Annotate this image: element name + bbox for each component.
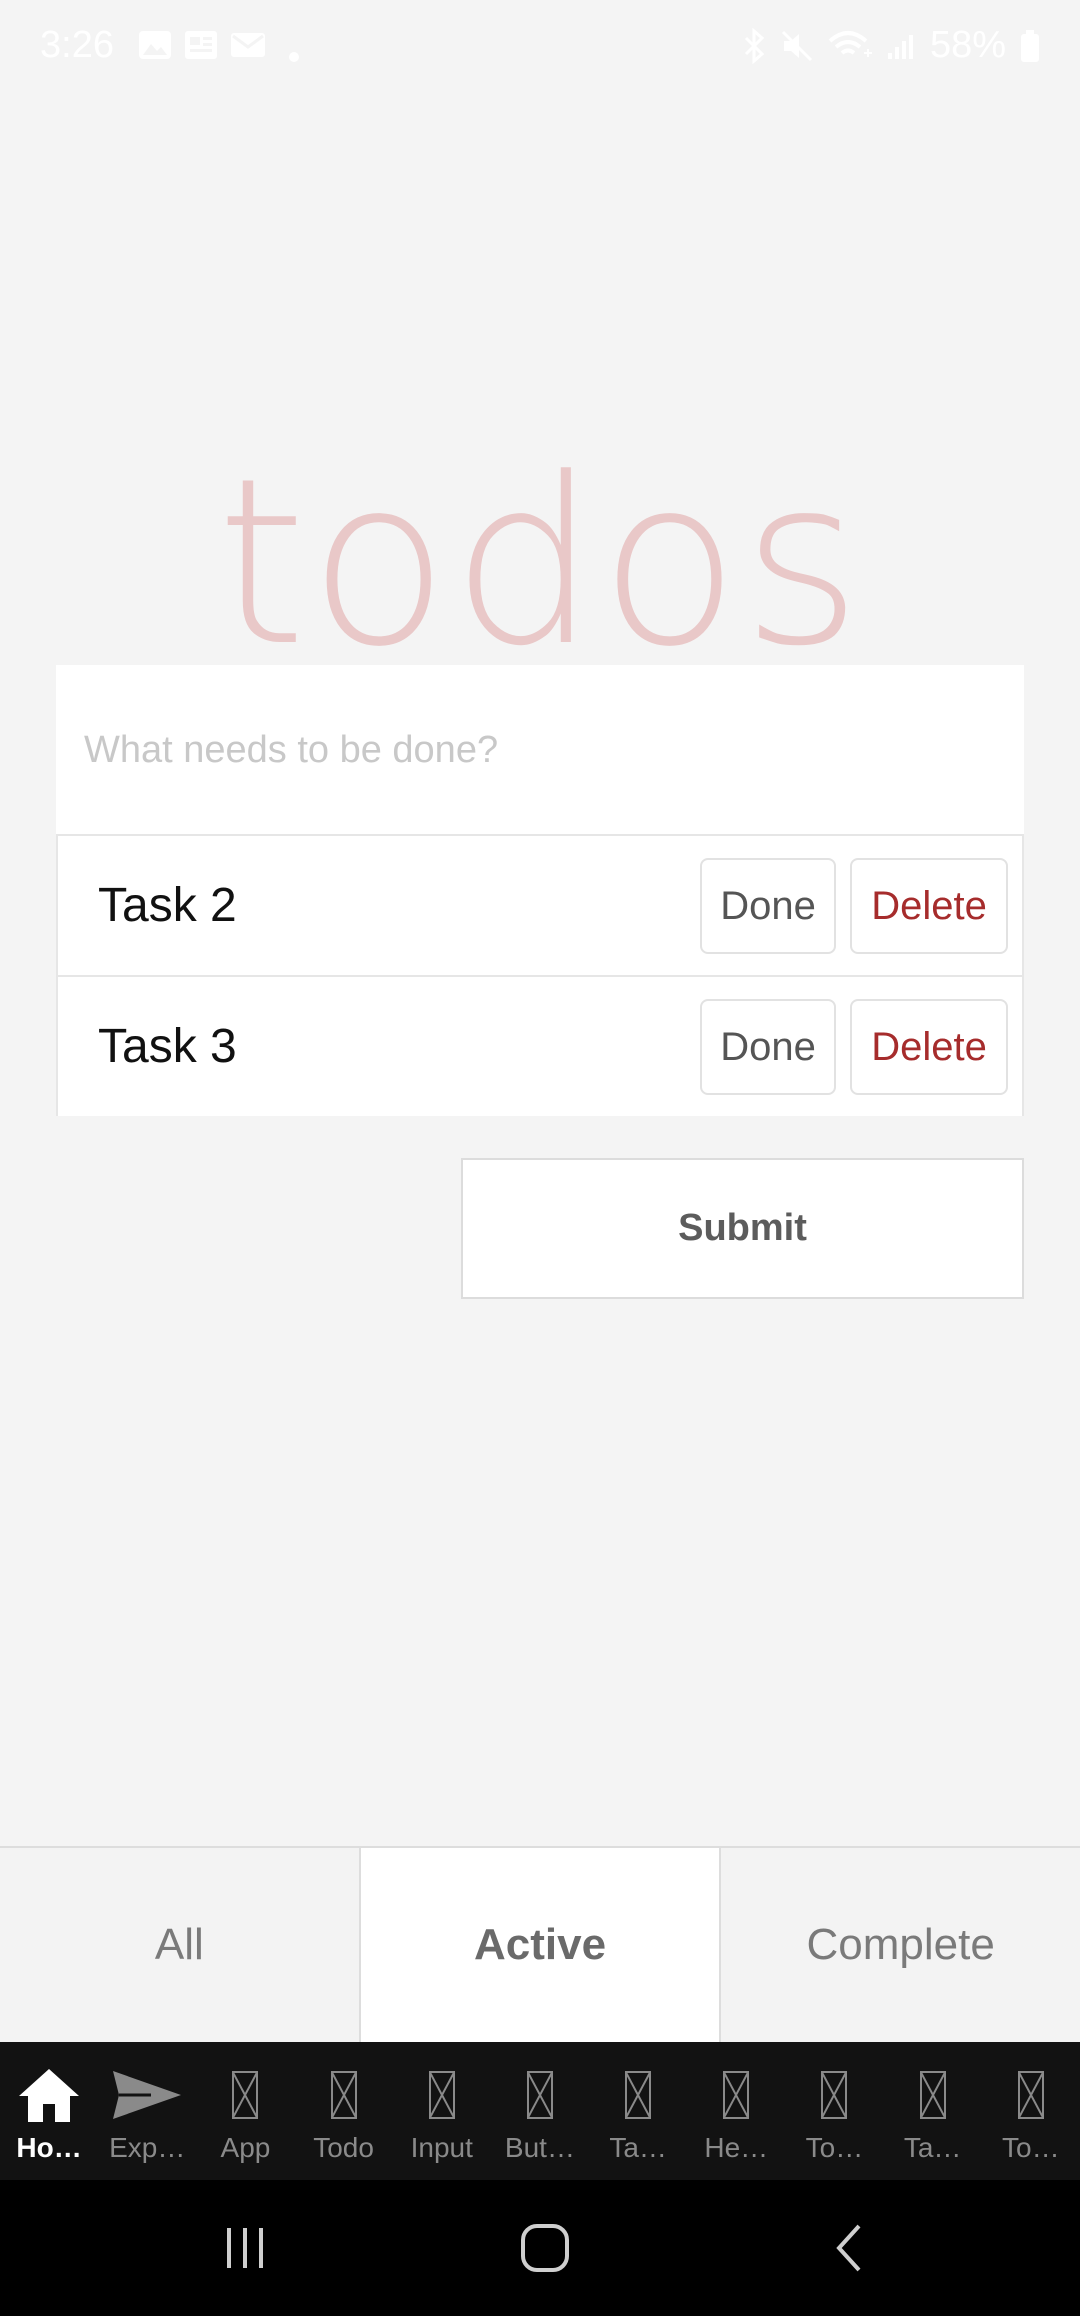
tab-label: Todo xyxy=(313,2132,374,2163)
filter-tabs: All Active Complete xyxy=(0,1846,1080,2042)
back-icon xyxy=(836,2224,861,2272)
battery-percent: 58% xyxy=(929,24,1006,66)
dot-icon xyxy=(289,52,299,62)
tab-todo[interactable]: Todo xyxy=(295,2042,393,2180)
signal-icon xyxy=(887,34,913,59)
back-button[interactable] xyxy=(804,2180,894,2316)
missing-glyph-icon xyxy=(330,2071,357,2119)
missing-glyph-icon xyxy=(428,2071,455,2119)
status-right: 58% xyxy=(742,24,1040,67)
home-nav-button[interactable] xyxy=(500,2180,590,2316)
send-icon xyxy=(113,2071,182,2119)
missing-glyph-icon xyxy=(1017,2071,1044,2119)
tab-label: Ho… xyxy=(16,2132,82,2163)
missing-glyph-icon xyxy=(723,2071,750,2119)
filter-all[interactable]: All xyxy=(0,1848,359,2042)
recents-icon xyxy=(227,2228,263,2268)
missing-glyph-icon xyxy=(232,2071,259,2119)
status-bar: 3:26 58% xyxy=(0,0,1080,92)
recents-button[interactable] xyxy=(200,2180,290,2316)
tab-explore[interactable]: Exp… xyxy=(98,2042,196,2180)
new-todo-input[interactable] xyxy=(56,665,1024,835)
new-todo-container xyxy=(56,665,1024,835)
home-icon xyxy=(19,2069,80,2122)
todo-label: Task 3 xyxy=(98,1020,237,1073)
app-title: todos xyxy=(0,430,1080,697)
tab-ta-1[interactable]: Ta… xyxy=(589,2042,687,2180)
filter-complete[interactable]: Complete xyxy=(721,1848,1080,2042)
tab-button[interactable]: But… xyxy=(491,2042,589,2180)
tab-label: Exp… xyxy=(109,2132,186,2163)
tab-label: To… xyxy=(1002,2132,1060,2163)
todo-item: Task 2 Done Delete xyxy=(58,834,1022,975)
news-icon xyxy=(185,31,217,59)
missing-glyph-icon xyxy=(821,2071,848,2119)
tab-input[interactable]: Input xyxy=(393,2042,491,2180)
tab-app[interactable]: App xyxy=(196,2042,294,2180)
done-button[interactable]: Done xyxy=(700,858,836,954)
tab-label: Input xyxy=(410,2132,473,2163)
missing-glyph-icon xyxy=(526,2071,553,2119)
tab-to-1[interactable]: To… xyxy=(785,2042,883,2180)
battery-icon xyxy=(1021,29,1039,62)
system-nav-bar xyxy=(0,2180,1080,2316)
delete-button[interactable]: Delete xyxy=(850,858,1008,954)
tab-label: He… xyxy=(704,2132,769,2163)
done-button[interactable]: Done xyxy=(700,999,836,1095)
tab-home[interactable]: Ho… xyxy=(0,2042,98,2180)
status-time: 3:26 xyxy=(40,24,114,66)
tab-to-2[interactable]: To… xyxy=(982,2042,1080,2180)
tab-ta-2[interactable]: Ta… xyxy=(884,2042,982,2180)
mail-icon xyxy=(231,33,265,57)
app-title-text: todos xyxy=(216,430,864,697)
todo-label: Task 2 xyxy=(98,879,237,932)
bluetooth-icon xyxy=(744,27,765,64)
filter-active[interactable]: Active xyxy=(358,1848,722,2042)
submit-button[interactable]: Submit xyxy=(461,1158,1024,1299)
mute-icon xyxy=(781,30,812,61)
tab-label: App xyxy=(220,2132,271,2163)
bottom-tab-bar: Ho… Exp… App Todo Input But… Ta… He… To… xyxy=(0,2042,1080,2180)
home-nav-icon xyxy=(521,2224,569,2272)
gallery-icon xyxy=(139,31,171,59)
tab-he[interactable]: He… xyxy=(687,2042,785,2180)
tab-label: To… xyxy=(805,2132,864,2163)
missing-glyph-icon xyxy=(919,2071,946,2119)
tab-label: Ta… xyxy=(609,2132,667,2163)
missing-glyph-icon xyxy=(625,2071,652,2119)
wifi-icon xyxy=(828,30,872,57)
delete-button[interactable]: Delete xyxy=(850,999,1008,1095)
todo-item: Task 3 Done Delete xyxy=(58,975,1022,1116)
tab-label: But… xyxy=(504,2132,575,2163)
todo-list: Task 2 Done Delete Task 3 Done Delete xyxy=(56,834,1024,1116)
tab-label: Ta… xyxy=(903,2132,962,2163)
